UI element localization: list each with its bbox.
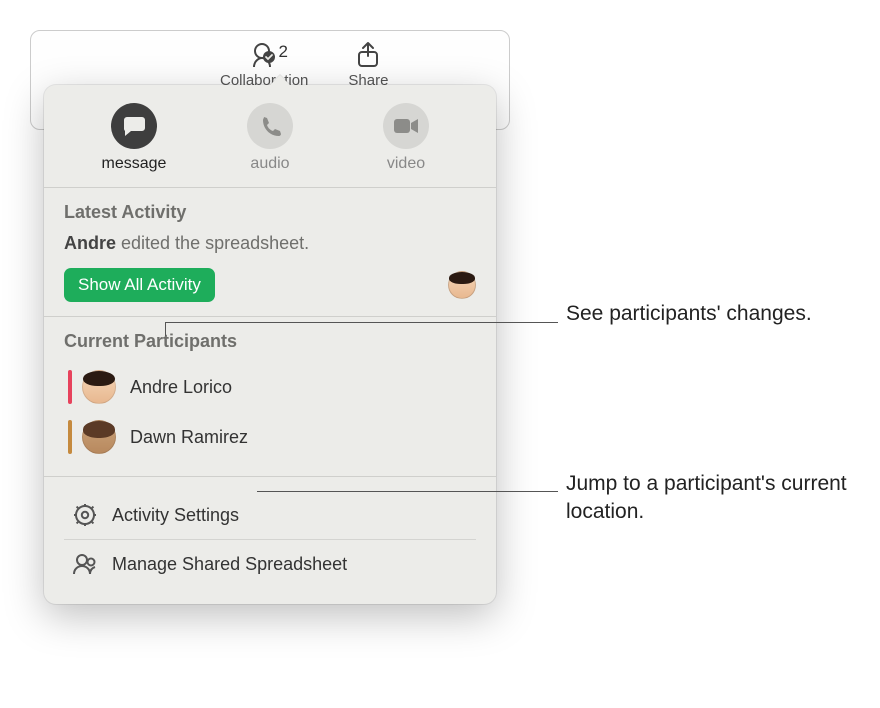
participants-title: Current Participants bbox=[64, 331, 476, 352]
audio-button[interactable]: audio bbox=[210, 103, 330, 173]
communication-row: message audio video bbox=[44, 85, 496, 188]
participant-avatar bbox=[82, 370, 116, 404]
activity-action: edited the spreadsheet. bbox=[116, 233, 309, 253]
collaboration-count: 2 bbox=[278, 42, 287, 62]
manage-shared-row[interactable]: Manage Shared Spreadsheet bbox=[64, 539, 476, 588]
activity-avatar[interactable] bbox=[448, 271, 476, 299]
participant-row[interactable]: Andre Lorico bbox=[64, 362, 476, 412]
latest-activity-title: Latest Activity bbox=[64, 202, 476, 223]
collaboration-icon bbox=[248, 40, 280, 70]
callout-tick-1 bbox=[165, 322, 166, 336]
gear-icon bbox=[72, 502, 98, 528]
participant-color-bar bbox=[68, 420, 72, 454]
share-icon bbox=[352, 40, 384, 70]
manage-shared-label: Manage Shared Spreadsheet bbox=[112, 554, 347, 575]
video-button[interactable]: video bbox=[346, 103, 466, 173]
toolbar-collaboration[interactable]: 2 Collaboration bbox=[220, 40, 308, 89]
toolbar: 2 Collaboration Share bbox=[220, 40, 388, 89]
audio-label: audio bbox=[250, 155, 289, 173]
video-icon bbox=[383, 103, 429, 149]
latest-activity-section: Latest Activity Andre edited the spreads… bbox=[44, 188, 496, 317]
participant-row[interactable]: Dawn Ramirez bbox=[64, 412, 476, 462]
callout-line-2 bbox=[257, 491, 558, 492]
callout-changes: See participants' changes. bbox=[566, 300, 812, 328]
toolbar-share[interactable]: Share bbox=[348, 40, 388, 89]
activity-actor: Andre bbox=[64, 233, 116, 253]
latest-activity-text: Andre edited the spreadsheet. bbox=[64, 233, 476, 254]
people-icon bbox=[72, 551, 98, 577]
callout-line-1 bbox=[165, 322, 558, 323]
participant-name: Andre Lorico bbox=[130, 377, 232, 398]
video-label: video bbox=[387, 155, 425, 173]
participant-name: Dawn Ramirez bbox=[130, 427, 248, 448]
participant-color-bar bbox=[68, 370, 72, 404]
participants-section: Current Participants Andre Lorico Dawn Ra… bbox=[44, 317, 496, 477]
message-label: message bbox=[102, 155, 167, 173]
phone-icon bbox=[247, 103, 293, 149]
activity-settings-label: Activity Settings bbox=[112, 505, 239, 526]
participant-avatar bbox=[82, 420, 116, 454]
callout-jump: Jump to a participant's current location… bbox=[566, 470, 880, 527]
collaboration-popover: message audio video Latest Activity Andr… bbox=[44, 85, 496, 604]
activity-settings-row[interactable]: Activity Settings bbox=[64, 491, 476, 539]
message-button[interactable]: message bbox=[74, 103, 194, 173]
show-all-activity-button[interactable]: Show All Activity bbox=[64, 268, 215, 302]
settings-section: Activity Settings Manage Shared Spreadsh… bbox=[44, 477, 496, 594]
message-icon bbox=[111, 103, 157, 149]
